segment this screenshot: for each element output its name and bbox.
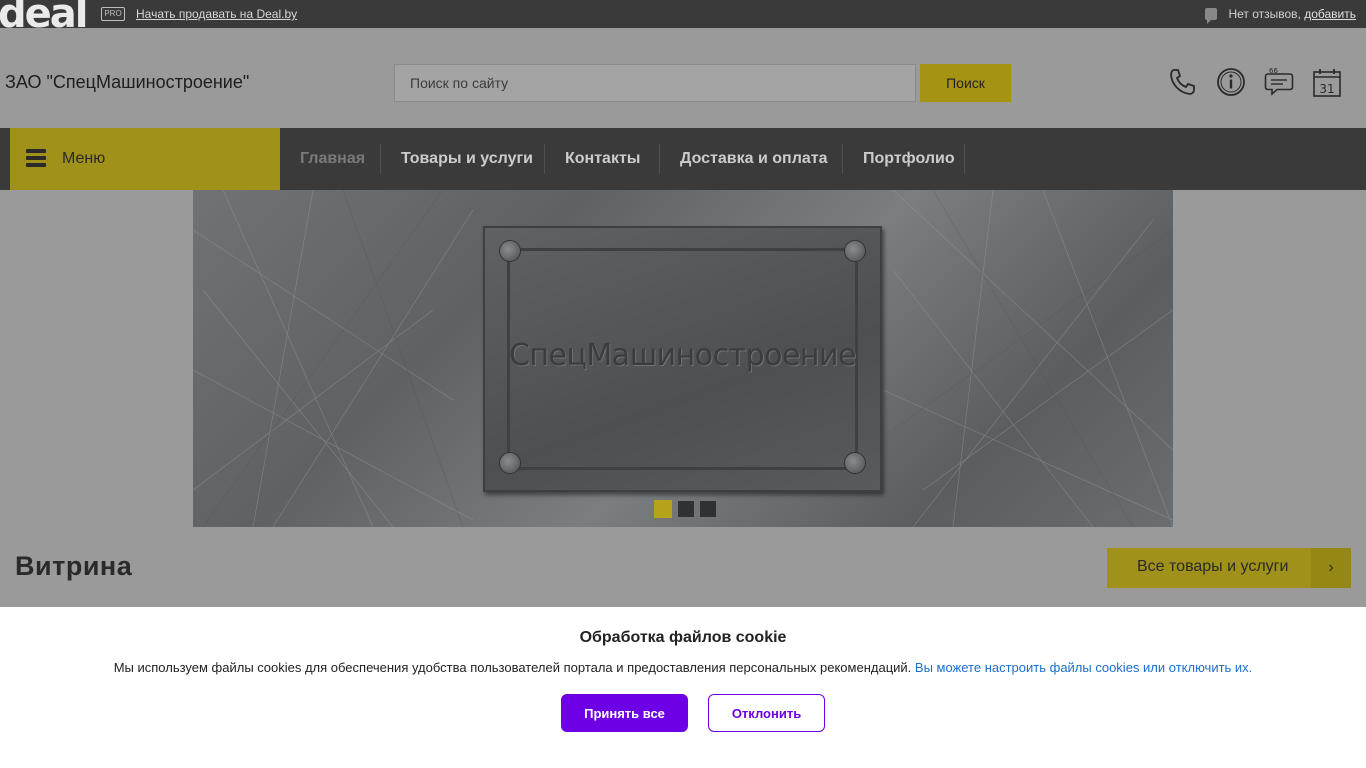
info-icon[interactable] bbox=[1215, 66, 1247, 98]
cookie-text: Мы используем файлы cookies для обеспече… bbox=[0, 660, 1366, 675]
start-selling-link[interactable]: Начать продавать на Deal.by bbox=[136, 7, 297, 21]
top-bar: deal PRO Начать продавать на Deal.by Нет… bbox=[0, 0, 1366, 34]
chat-bubble-icon bbox=[1205, 8, 1218, 24]
slider-dot[interactable] bbox=[700, 501, 716, 517]
slider-dots bbox=[654, 500, 722, 518]
search-button[interactable]: Поиск bbox=[920, 64, 1011, 102]
menu-button[interactable]: Меню bbox=[10, 128, 280, 190]
calendar-icon[interactable]: 31 bbox=[1311, 66, 1343, 98]
cookie-title: Обработка файлов cookie bbox=[579, 629, 787, 646]
cookie-settings-link[interactable]: Вы можете настроить файлы cookies или от… bbox=[915, 660, 1252, 675]
cookie-description: Мы используем файлы cookies для обеспече… bbox=[113, 660, 912, 675]
accept-all-button[interactable]: Принять все bbox=[561, 694, 688, 732]
nameplate: СпецМашиностроение bbox=[483, 226, 882, 492]
bolt-icon bbox=[844, 452, 866, 474]
nav-item-delivery[interactable]: Доставка и оплата bbox=[680, 128, 828, 190]
reviews-text: Нет отзывов, bbox=[1228, 7, 1301, 21]
main-nav: Меню Главная Товары и услуги Контакты До… bbox=[0, 128, 1366, 190]
plate-text: СпецМашиностроение bbox=[508, 338, 857, 373]
bolt-icon bbox=[844, 240, 866, 262]
svg-text:66: 66 bbox=[1269, 67, 1278, 75]
all-goods-label: Все товары и услуги bbox=[1137, 558, 1289, 575]
nav-item-portfolio[interactable]: Портфолио bbox=[863, 128, 955, 190]
decline-button[interactable]: Отклонить bbox=[708, 694, 825, 732]
nav-divider bbox=[842, 144, 843, 174]
bolt-icon bbox=[499, 452, 521, 474]
nav-divider bbox=[964, 144, 965, 174]
menu-label: Меню bbox=[62, 150, 106, 167]
chevron-right-icon: › bbox=[1311, 548, 1351, 588]
nav-item-products[interactable]: Товары и услуги bbox=[401, 128, 533, 190]
phone-icon[interactable] bbox=[1167, 66, 1199, 98]
search-input[interactable] bbox=[394, 64, 916, 102]
add-review-link[interactable]: добавить bbox=[1304, 7, 1356, 21]
nav-divider bbox=[659, 144, 660, 174]
all-goods-button[interactable]: Все товары и услуги › bbox=[1107, 548, 1351, 588]
slider-dot[interactable] bbox=[678, 501, 694, 517]
company-name[interactable]: ЗАО "СпецМашиностроение" bbox=[5, 72, 249, 93]
bolt-icon bbox=[499, 240, 521, 262]
nav-item-home[interactable]: Главная bbox=[300, 128, 365, 190]
reviews-block: Нет отзывов, добавить bbox=[1205, 7, 1356, 24]
nav-divider bbox=[380, 144, 381, 174]
showcase-title: Витрина bbox=[15, 551, 133, 581]
nav-item-contacts[interactable]: Контакты bbox=[565, 128, 640, 190]
site-header: ЗАО "СпецМашиностроение" Поиск 66 31 bbox=[0, 28, 1366, 128]
nav-divider bbox=[544, 144, 545, 174]
cookie-banner: Обработка файлов cookie Мы используем фа… bbox=[0, 607, 1366, 768]
burger-icon bbox=[26, 149, 46, 167]
banner-slider[interactable]: СпецМашиностроение bbox=[193, 190, 1173, 527]
review-chat-icon[interactable]: 66 bbox=[1263, 66, 1295, 98]
calendar-day: 31 bbox=[1319, 82, 1334, 96]
slider-dot[interactable] bbox=[654, 500, 672, 518]
pro-badge: PRO bbox=[101, 7, 125, 21]
